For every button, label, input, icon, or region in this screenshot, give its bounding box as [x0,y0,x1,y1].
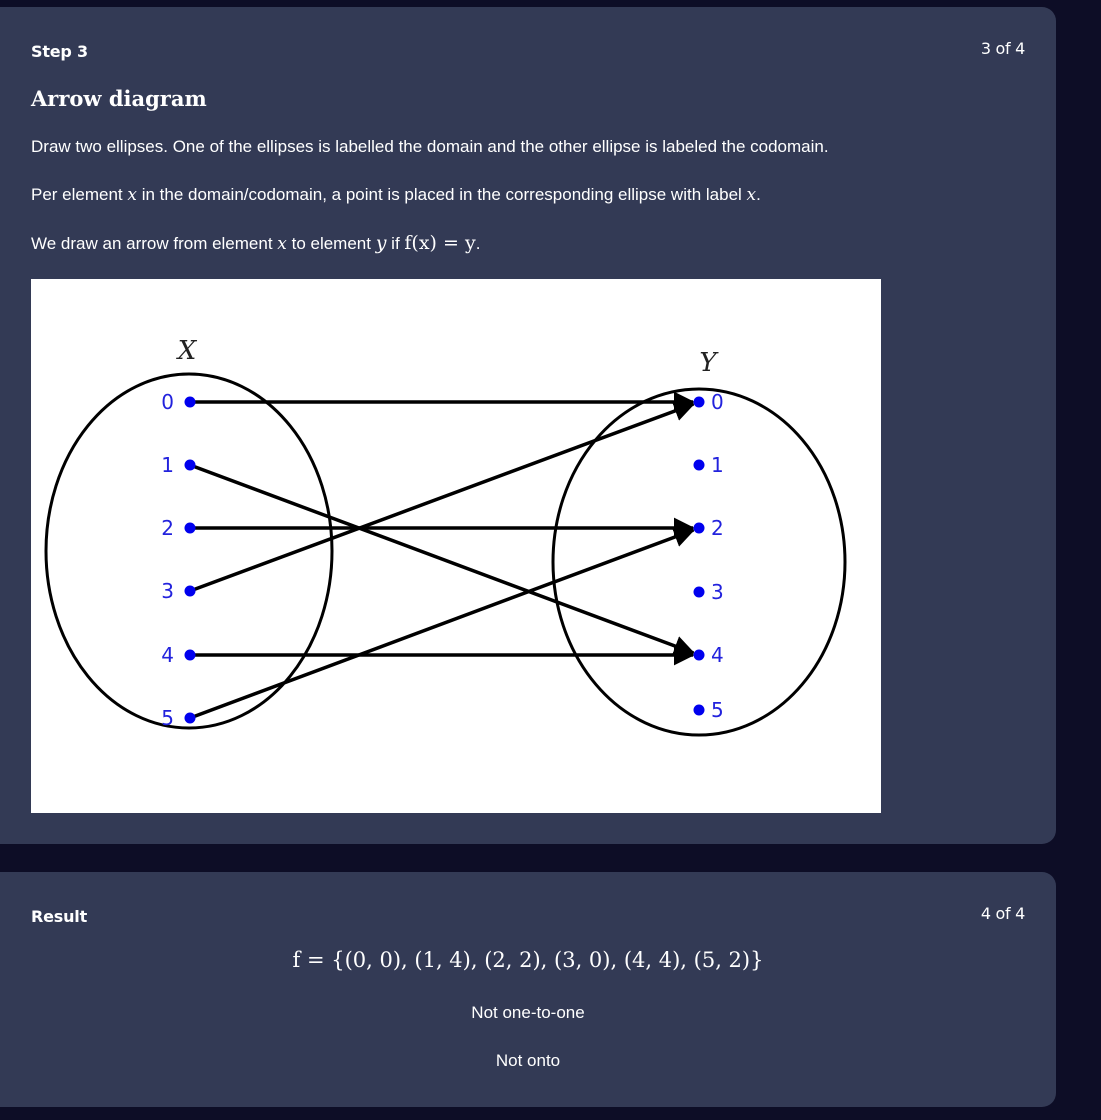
domain-point-4 [184,649,196,661]
paragraph-elements-text-2: in the domain/codomain, a point is place… [136,185,747,204]
domain-point-label-3: 3 [161,579,174,603]
result-label: Result [31,907,88,926]
codomain-point-label-3: 3 [711,580,724,604]
domain-point-1 [184,459,196,471]
codomain-point-label-0: 0 [711,390,724,414]
domain-point-label-5: 5 [161,706,174,730]
arrow-diagram: X Y 0 1 2 3 4 5 0 1 2 3 4 5 [31,279,881,813]
math-formula-fx-eq-y: f(x) = y [404,232,476,254]
domain-point-5 [184,712,196,724]
arrow-diagram-svg: X Y 0 1 2 3 4 5 0 1 2 3 4 5 [44,336,847,737]
domain-ellipse [44,372,334,730]
result-formula: f = {(0, 0), (1, 4), (2, 2), (3, 0), (4,… [292,948,764,972]
codomain-point-label-2: 2 [711,516,724,540]
domain-label: X [176,336,198,366]
paragraph-arrow-text-3: if [386,234,405,253]
domain-point-label-1: 1 [161,453,174,477]
result-onto: Not onto [495,1051,561,1070]
step-card: Step 3 3 of 4 Arrow diagram Draw two ell… [0,7,1056,844]
result-card: Result 4 of 4 f = {(0, 0), (1, 4), (2, 2… [0,872,1056,1107]
arrows-layer [189,391,696,720]
codomain-point-1 [693,459,705,471]
step-label: Step 3 [31,42,88,61]
codomain-point-label-4: 4 [711,643,724,667]
math-var-y: y [375,232,387,254]
domain-point-label-4: 4 [161,643,174,667]
domain-point-0 [184,396,196,408]
math-var-x: x [127,185,137,205]
result-one-to-one: Not one-to-one [471,1003,585,1022]
math-var-x-2: x [746,185,757,205]
codomain-point-2 [693,522,705,534]
codomain-point-3 [693,586,705,598]
result-counter: 4 of 4 [980,904,1025,923]
step-title: Arrow diagram [31,86,207,111]
codomain-point-label-5: 5 [711,698,724,722]
codomain-point-label-1: 1 [711,453,724,477]
codomain-point-5 [693,704,705,716]
codomain-point-4 [693,649,705,661]
paragraph-arrow-text-1: We draw an arrow from element [31,234,278,253]
paragraph-arrow-text-2: to element [286,234,376,253]
paragraph-elements-text-3: . [756,185,761,204]
paragraph-elements-text-1: Per element [31,185,128,204]
paragraph-elements: Per element x in the domain/codomain, a … [31,185,761,205]
paragraph-arrow-text-4: . [475,234,481,253]
mapping-arrow-3-to-0 [189,400,696,593]
codomain-label: Y [699,348,719,378]
domain-point-2 [184,522,196,534]
domain-point-label-0: 0 [161,390,174,414]
paragraph-ellipses: Draw two ellipses. One of the ellipses i… [31,137,829,156]
codomain-point-0 [693,396,705,408]
domain-point-label-2: 2 [161,516,174,540]
domain-point-3 [184,585,196,597]
step-counter: 3 of 4 [980,39,1025,58]
math-var-x-3: x [277,234,287,254]
paragraph-arrow-rule: We draw an arrow from element x to eleme… [31,232,480,254]
